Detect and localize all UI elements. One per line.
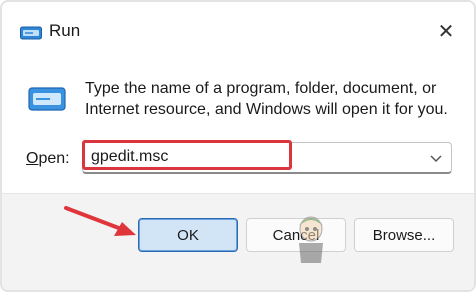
ok-button[interactable]: OK <box>138 218 238 252</box>
window-title: Run <box>49 21 81 40</box>
browse-button[interactable]: Browse... <box>354 218 454 252</box>
dialog-description: Type the name of a program, folder, docu… <box>85 78 455 120</box>
button-bar: OK Cancel Browse... <box>2 193 474 290</box>
description-line-2: Internet resource, and Windows will open… <box>85 101 448 118</box>
close-icon: ✕ <box>437 20 455 43</box>
run-icon <box>20 26 42 40</box>
chevron-down-icon[interactable] <box>427 149 445 167</box>
open-label: Open: <box>26 150 70 168</box>
open-input[interactable] <box>91 148 411 166</box>
open-label-accelerator: O <box>26 150 39 167</box>
open-combobox[interactable] <box>82 142 452 174</box>
description-line-1: Type the name of a program, folder, docu… <box>85 80 437 97</box>
open-label-text: pen: <box>38 150 70 167</box>
title-bar[interactable]: Run ✕ <box>2 2 474 58</box>
run-large-icon <box>28 87 66 111</box>
cancel-button[interactable]: Cancel <box>246 218 346 252</box>
close-button[interactable]: ✕ <box>432 16 460 46</box>
run-dialog: Run ✕ Type the name of a program, folder… <box>0 0 476 292</box>
